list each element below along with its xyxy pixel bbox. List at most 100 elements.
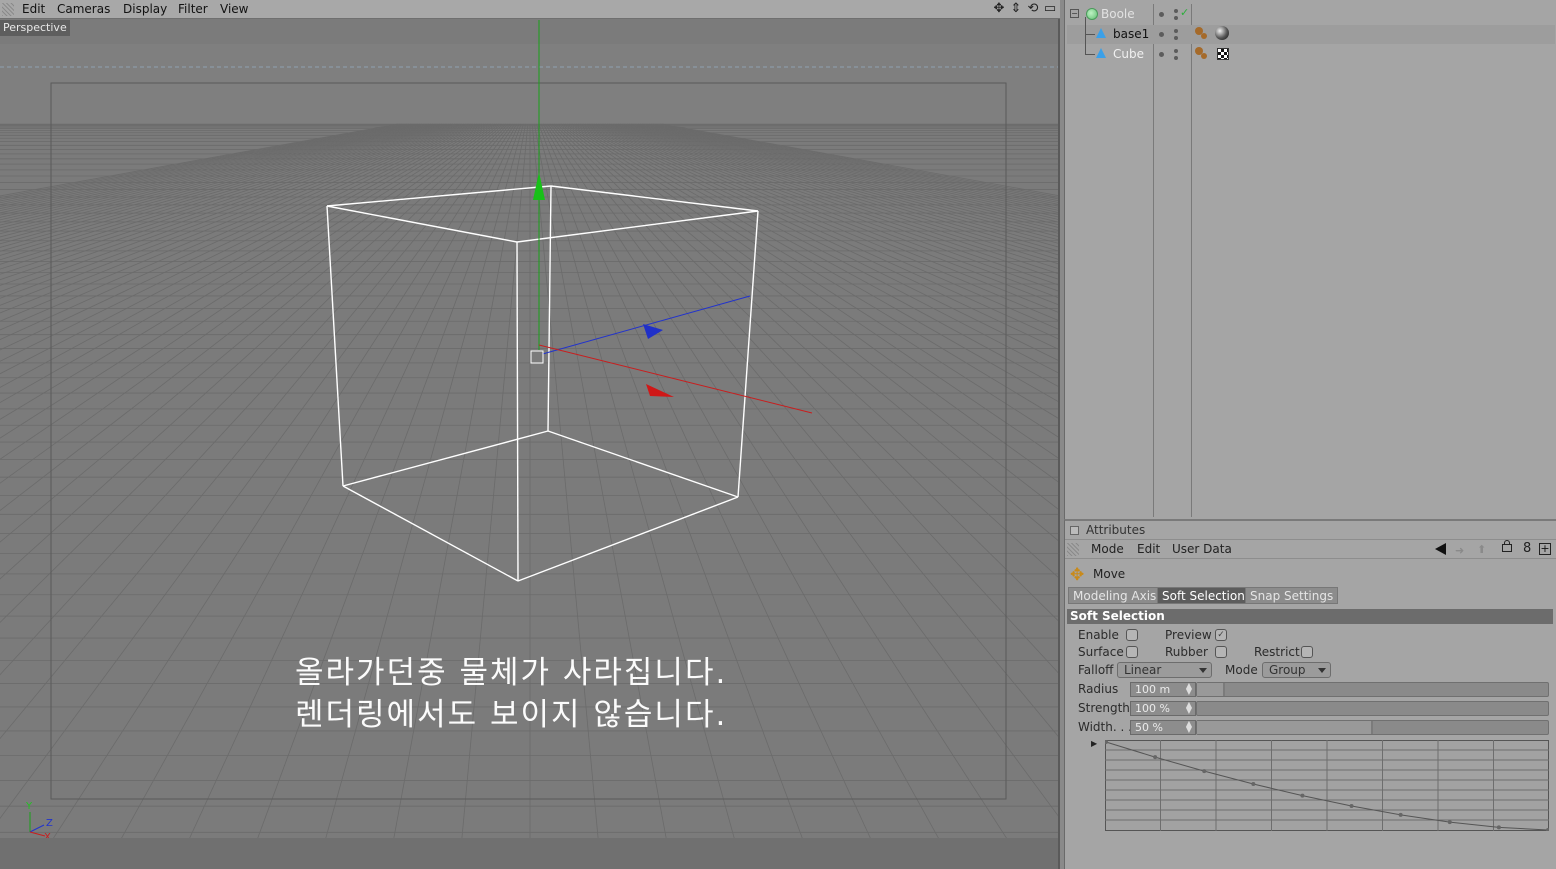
up-arrow-icon[interactable]: ⬆ <box>1477 543 1486 556</box>
tab-soft-selection[interactable]: Soft Selection <box>1157 587 1250 604</box>
strength-value: 100 % <box>1135 702 1170 715</box>
texture-tag-icon[interactable] <box>1201 33 1207 39</box>
mode-dropdown[interactable]: Group <box>1262 662 1331 678</box>
falloff-label: Falloff <box>1078 663 1114 677</box>
editor-visibility-dot[interactable] <box>1159 52 1164 57</box>
spinner-icon[interactable]: ▲ ▼ <box>1186 682 1192 696</box>
panel-checkbox-icon[interactable] <box>1070 526 1079 535</box>
strength-slider[interactable] <box>1196 701 1549 716</box>
width-field[interactable]: 50 % ▲ ▼ <box>1130 720 1196 735</box>
3d-viewport[interactable]: Edit Cameras Display Filter View ✥ ⇕ ⟲ ▭ <box>0 0 1060 869</box>
axis-y-label: Y <box>25 801 33 812</box>
curve-knot[interactable] <box>1496 825 1501 830</box>
camera-label: Perspective <box>0 20 70 36</box>
menu-cameras[interactable]: Cameras <box>57 2 110 16</box>
axis-z-label: Z <box>46 818 53 829</box>
curve-knot[interactable] <box>1251 782 1256 787</box>
attributes-menubar: Mode Edit User Data ➜ ⬆ 8 + <box>1065 539 1556 559</box>
spinner-icon[interactable]: ▲ ▼ <box>1186 720 1192 734</box>
menu-view[interactable]: View <box>220 2 248 16</box>
sphere-material-icon[interactable] <box>1215 26 1229 40</box>
falloff-curve-graph[interactable] <box>1105 740 1549 831</box>
render-visibility-dot[interactable] <box>1174 56 1178 60</box>
search-icon[interactable]: 8 <box>1523 541 1531 556</box>
curve-knot[interactable] <box>1153 755 1158 760</box>
grip-handle[interactable] <box>2 3 14 16</box>
enable-label: Enable <box>1078 628 1119 642</box>
object-name[interactable]: Boole <box>1101 7 1135 21</box>
tab-snap-settings[interactable]: Snap Settings <box>1245 587 1339 604</box>
object-name[interactable]: base1 <box>1113 27 1149 41</box>
enabled-check-icon[interactable]: ✓ <box>1180 6 1189 19</box>
collapse-toggle-icon[interactable]: − <box>1070 9 1079 18</box>
caption-line-2: 렌더링에서도 보이지 않습니다. <box>295 697 728 733</box>
width-value: 50 % <box>1135 721 1163 734</box>
new-panel-icon[interactable]: + <box>1539 543 1551 555</box>
caption-overlay: 올라가던중 물체가 사라집니다. 렌더링에서도 보이지 않습니다. <box>295 652 855 736</box>
menu-filter[interactable]: Filter <box>178 2 208 16</box>
render-visibility-dot[interactable] <box>1174 29 1178 33</box>
maximize-view-icon[interactable]: ▭ <box>1043 2 1057 16</box>
spinner-icon[interactable]: ▲ ▼ <box>1186 701 1192 715</box>
object-manager[interactable]: − Boole ✓ base1 Cube <box>1064 0 1556 519</box>
hierarchy-line <box>1085 34 1095 35</box>
move-view-icon[interactable]: ✥ <box>992 2 1006 16</box>
menu-edit[interactable]: Edit <box>1137 542 1160 556</box>
object-name[interactable]: Cube <box>1113 47 1144 61</box>
width-slider[interactable] <box>1196 720 1549 735</box>
curve-knot[interactable] <box>1447 820 1452 825</box>
dolly-view-icon[interactable]: ⇕ <box>1009 2 1023 16</box>
enable-checkbox[interactable] <box>1126 629 1138 641</box>
lock-icon[interactable] <box>1502 544 1512 552</box>
radius-label: Radius <box>1078 682 1119 696</box>
strength-field[interactable]: 100 % ▲ ▼ <box>1130 701 1196 716</box>
tool-name: Move <box>1093 567 1126 581</box>
rotate-view-icon[interactable]: ⟲ <box>1026 2 1040 16</box>
polygon-object-icon <box>1096 28 1106 38</box>
attributes-manager[interactable]: Attributes Mode Edit User Data ➜ ⬆ 8 + ✥… <box>1064 519 1556 869</box>
slider-fill <box>1197 721 1373 734</box>
render-visibility-dot[interactable] <box>1174 36 1178 40</box>
restrict-checkbox[interactable] <box>1301 646 1313 658</box>
gizmo-center <box>530 350 544 364</box>
curve-knot[interactable] <box>1300 793 1305 798</box>
boole-icon <box>1086 8 1098 20</box>
render-visibility-dot[interactable] <box>1174 9 1178 13</box>
menu-edit[interactable]: Edit <box>22 2 45 16</box>
curve-knot[interactable] <box>1349 803 1354 808</box>
editor-visibility-dot[interactable] <box>1159 32 1164 37</box>
curve-knot[interactable] <box>1202 769 1207 774</box>
viewport-bottom-strip <box>0 838 1058 869</box>
falloff-dropdown[interactable]: Linear <box>1117 662 1212 678</box>
render-visibility-dot[interactable] <box>1174 49 1178 53</box>
chevron-down-icon <box>1199 668 1207 673</box>
restrict-label: Restrict <box>1254 645 1300 659</box>
chevron-down-icon <box>1318 668 1326 673</box>
forward-arrow-icon[interactable]: ➜ <box>1455 544 1464 557</box>
curve-knot[interactable] <box>1398 812 1403 817</box>
menu-mode[interactable]: Mode <box>1091 542 1124 556</box>
render-visibility-dot[interactable] <box>1174 16 1178 20</box>
menu-user-data[interactable]: User Data <box>1172 542 1232 556</box>
mode-label: Mode <box>1225 663 1258 677</box>
tab-modeling-axis[interactable]: Modeling Axis <box>1068 587 1162 604</box>
rubber-label: Rubber <box>1165 645 1208 659</box>
object-row-cube[interactable]: Cube <box>1067 45 1555 64</box>
rubber-checkbox[interactable] <box>1215 646 1227 658</box>
radius-field[interactable]: 100 m ▲ ▼ <box>1130 682 1196 697</box>
back-arrow-icon[interactable] <box>1435 543 1446 555</box>
object-row-boole[interactable]: − Boole ✓ <box>1067 5 1555 24</box>
texture-tag-icon[interactable] <box>1201 53 1207 59</box>
checker-material-icon[interactable] <box>1217 48 1229 60</box>
move-tool-icon: ✥ <box>1070 565 1085 585</box>
surface-checkbox[interactable] <box>1126 646 1138 658</box>
editor-visibility-dot[interactable] <box>1159 12 1164 17</box>
menu-display[interactable]: Display <box>123 2 167 16</box>
grip-handle[interactable] <box>1067 543 1079 556</box>
radius-slider[interactable] <box>1196 682 1549 697</box>
object-row-base1[interactable]: base1 <box>1067 17 1555 55</box>
preview-checkbox[interactable]: ✓ <box>1215 629 1227 641</box>
lock-shackle-icon <box>1504 540 1510 545</box>
expand-arrow-icon[interactable]: ▶ <box>1091 739 1097 748</box>
radius-value: 100 m <box>1135 683 1171 696</box>
